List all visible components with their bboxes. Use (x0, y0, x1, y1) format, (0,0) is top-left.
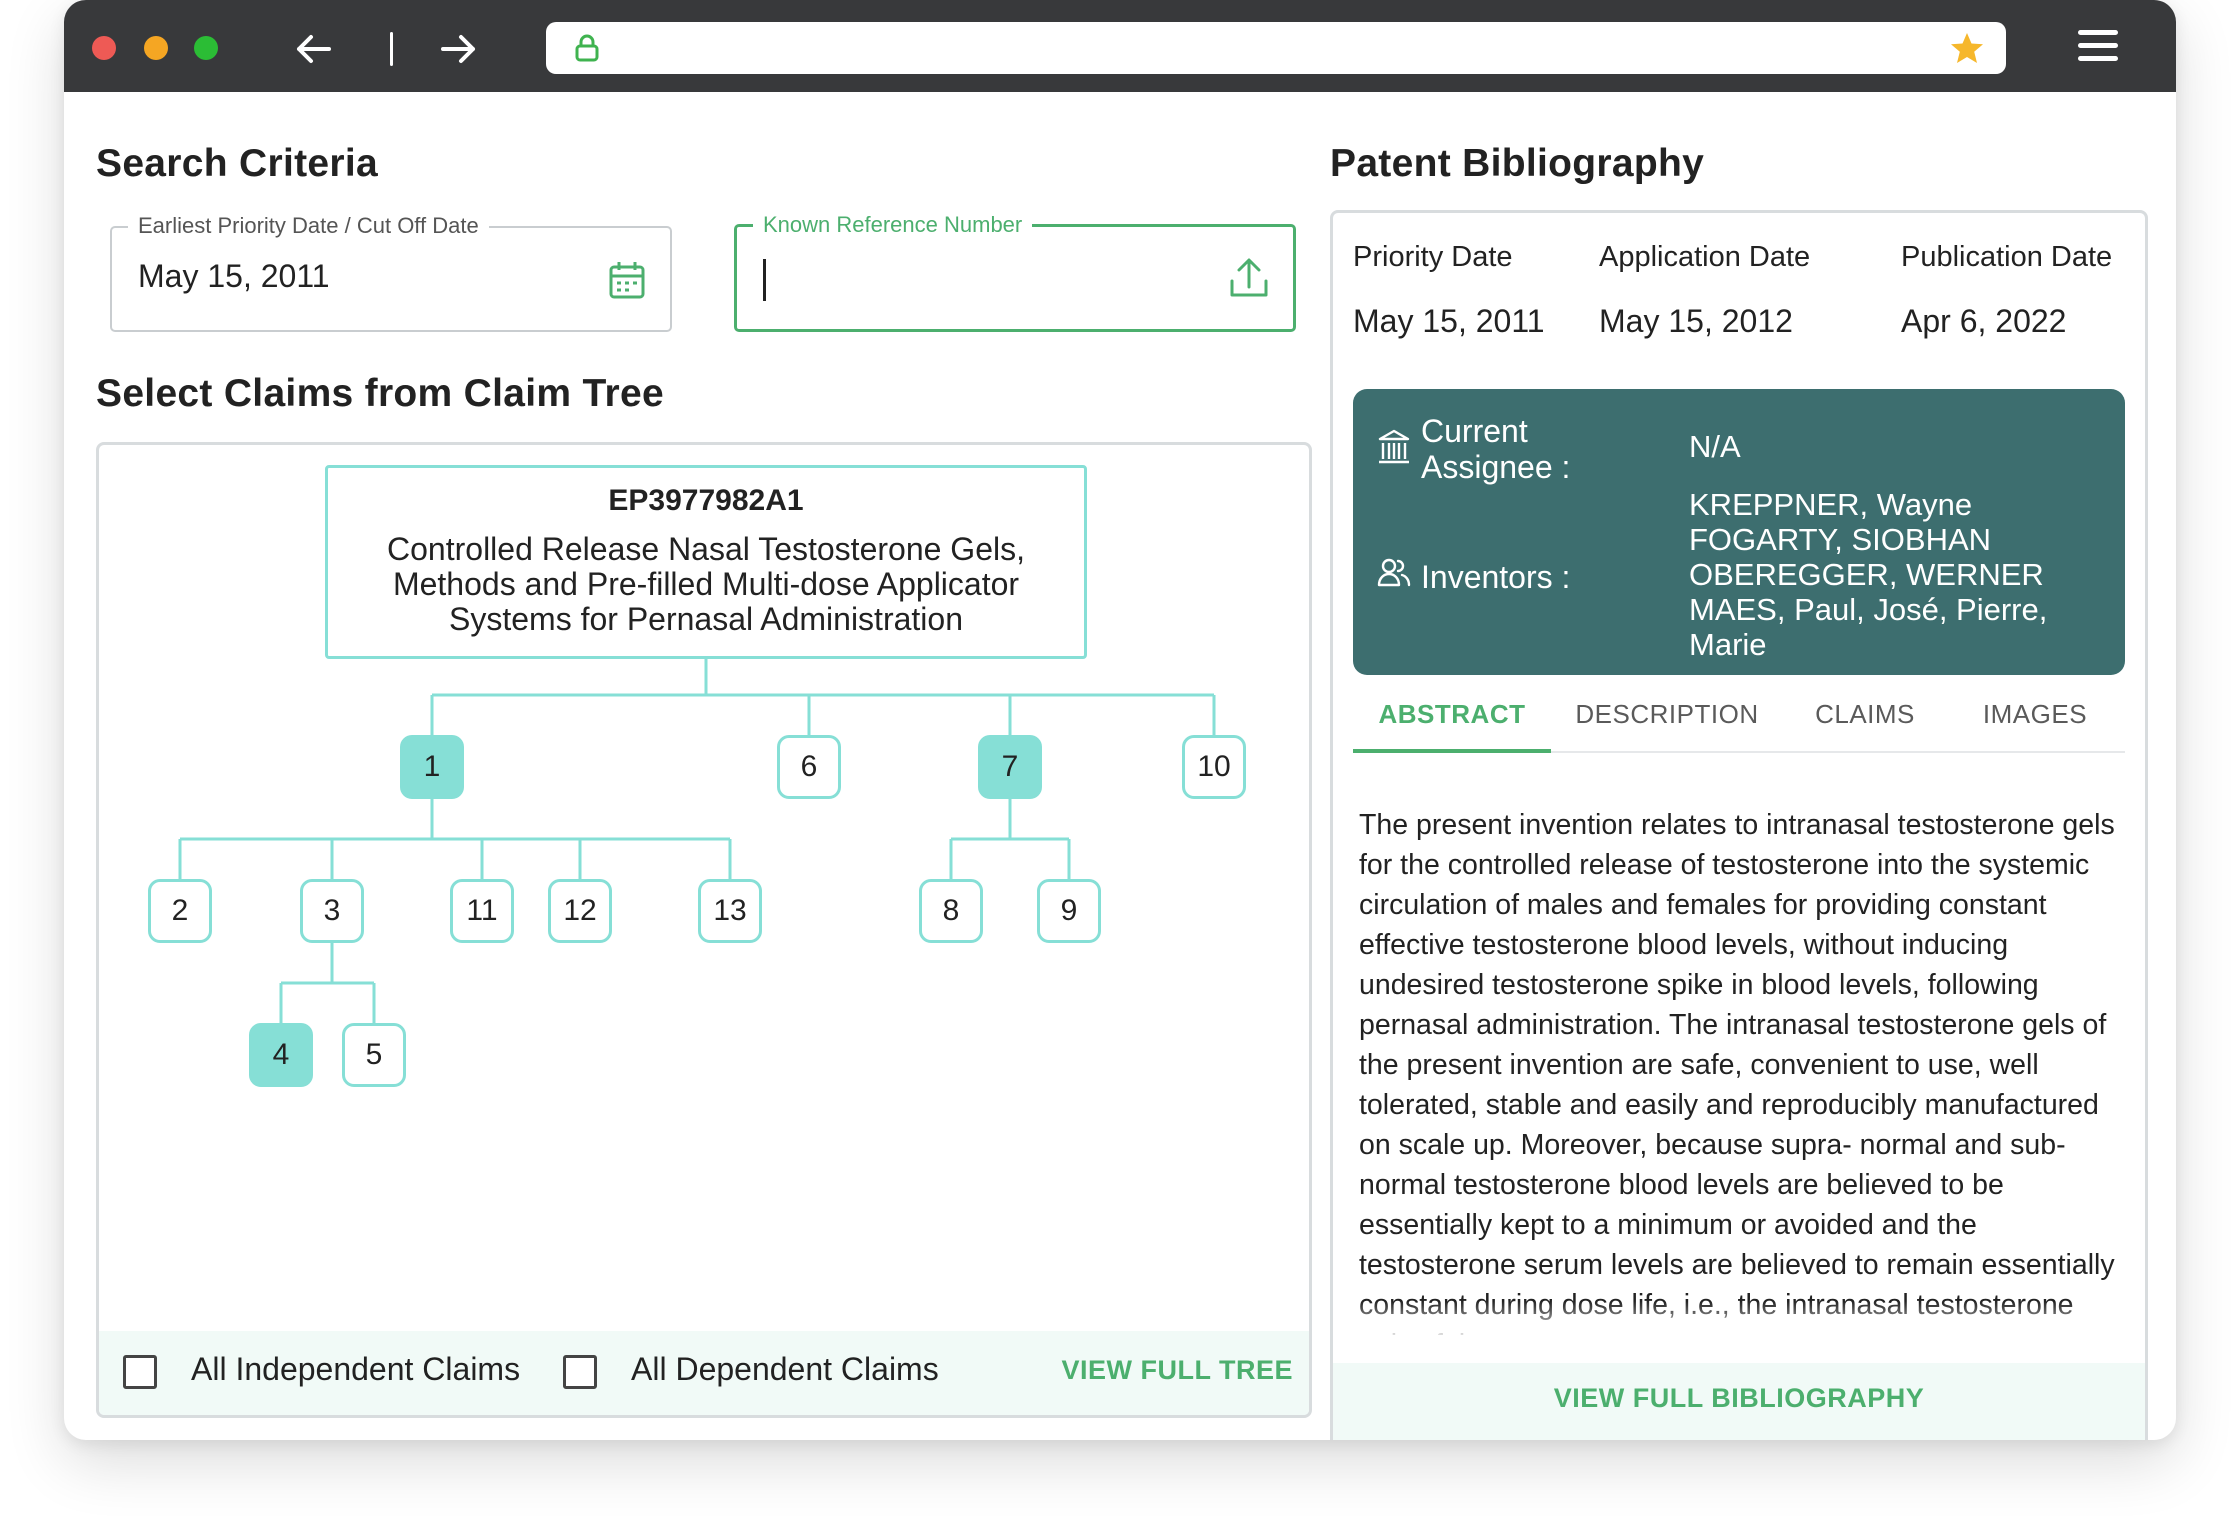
priority-date-label: Earliest Priority Date / Cut Off Date (128, 213, 489, 239)
inventor-name: OBEREGGER, WERNER (1689, 557, 2044, 592)
claim-tree-panel: EP3977982A1 Controlled Release Nasal Tes… (96, 442, 1312, 1418)
claim-node-1[interactable]: 1 (400, 735, 464, 799)
abstract-fade (1333, 1301, 2145, 1341)
inventors-label: Inventors : (1421, 559, 1571, 595)
close-window-button[interactable] (92, 36, 116, 60)
back-arrow-icon[interactable] (290, 26, 336, 72)
browser-window: Search Criteria Earliest Priority Date /… (64, 0, 2176, 1440)
publication-date-text: Apr 6, 2022 (1901, 303, 2067, 339)
claim-node-7[interactable]: 7 (978, 735, 1042, 799)
claim-node-6[interactable]: 6 (777, 735, 841, 799)
claim-node-4[interactable]: 4 (249, 1023, 313, 1087)
bibliography-footer: VIEW FULL BIBLIOGRAPHY (1333, 1363, 2145, 1440)
tab-description[interactable]: DESCRIPTION (1567, 699, 1767, 753)
priority-date-text: May 15, 2011 (1353, 303, 1545, 339)
all-dependent-claims-checkbox[interactable] (563, 1355, 597, 1389)
claim-node-12[interactable]: 12 (548, 879, 612, 943)
publication-date-heading: Publication Date (1901, 241, 2113, 273)
claim-node-8[interactable]: 8 (919, 879, 983, 943)
hamburger-menu-icon[interactable] (2078, 30, 2118, 64)
star-icon[interactable] (1950, 32, 1984, 69)
view-full-tree-link[interactable]: VIEW FULL TREE (1061, 1355, 1293, 1386)
inventor-name: Marie (1689, 627, 1767, 662)
inventor-name: FOGARTY, SIOBHAN (1689, 522, 1992, 557)
patent-title: Controlled Release Nasal Testosterone Ge… (387, 531, 1025, 637)
all-independent-claims-checkbox[interactable] (123, 1355, 157, 1389)
search-criteria-title: Search Criteria (96, 142, 378, 185)
priority-date-field[interactable]: Earliest Priority Date / Cut Off Date Ma… (110, 213, 672, 332)
claim-tree-footer: All Independent Claims All Dependent Cla… (99, 1331, 1309, 1415)
application-date-heading: Application Date (1599, 241, 1811, 273)
upload-icon[interactable] (1229, 257, 1269, 304)
priority-date-value: May 15, 2011 (138, 258, 330, 294)
abstract-text: The present invention relates to intrana… (1359, 809, 2115, 1335)
text-cursor (763, 259, 766, 301)
tab-abstract[interactable]: ABSTRACT (1353, 699, 1551, 753)
claim-node-9[interactable]: 9 (1037, 879, 1101, 943)
tab-claims[interactable]: CLAIMS (1785, 699, 1945, 753)
view-full-bibliography-link[interactable]: VIEW FULL BIBLIOGRAPHY (1333, 1383, 2145, 1414)
all-dependent-claims-label[interactable]: All Dependent Claims (631, 1351, 939, 1388)
assignee-label-line2: Assignee : (1421, 449, 1571, 485)
building-icon (1377, 429, 1411, 470)
patent-number: EP3977982A1 (608, 484, 804, 517)
application-date-text: May 15, 2012 (1599, 303, 1793, 339)
inventor-name: MAES, Paul, José, Pierre, (1689, 592, 2048, 627)
bibliography-panel: Priority Date Application Date Publicati… (1330, 210, 2148, 1440)
address-bar[interactable] (546, 22, 2006, 74)
lock-icon (574, 34, 600, 67)
tab-images[interactable]: IMAGES (1957, 699, 2113, 753)
users-icon (1377, 557, 1411, 594)
browser-toolbar (64, 0, 2176, 92)
reference-number-label: Known Reference Number (753, 212, 1033, 238)
all-independent-claims-label[interactable]: All Independent Claims (191, 1351, 520, 1388)
assignee-inventors-panel: Current Assignee : N/A Inventors : KREPP… (1353, 389, 2125, 675)
priority-date-heading: Priority Date (1353, 241, 1513, 273)
assignee-value: N/A (1689, 429, 1741, 464)
inventor-name: KREPPNER, Wayne (1689, 487, 1973, 522)
claim-node-13[interactable]: 13 (698, 879, 762, 943)
minimize-window-button[interactable] (144, 36, 168, 60)
claim-node-5[interactable]: 5 (342, 1023, 406, 1087)
maximize-window-button[interactable] (194, 36, 218, 60)
claim-node-2[interactable]: 2 (148, 879, 212, 943)
forward-arrow-icon[interactable] (436, 26, 482, 72)
patent-root-card[interactable]: EP3977982A1 Controlled Release Nasal Tes… (325, 465, 1087, 659)
assignee-label-line1: Current (1421, 413, 1528, 449)
claim-node-10[interactable]: 10 (1182, 735, 1246, 799)
claim-node-11[interactable]: 11 (450, 879, 514, 943)
calendar-icon[interactable] (608, 260, 646, 305)
reference-number-field[interactable]: Known Reference Number (734, 212, 1296, 332)
claim-node-3[interactable]: 3 (300, 879, 364, 943)
bibliography-tabs: ABSTRACT DESCRIPTION CLAIMS IMAGES (1353, 699, 2125, 753)
claim-tree-title: Select Claims from Claim Tree (96, 372, 664, 415)
patent-bibliography-title: Patent Bibliography (1330, 142, 1705, 185)
nav-separator (390, 32, 393, 66)
